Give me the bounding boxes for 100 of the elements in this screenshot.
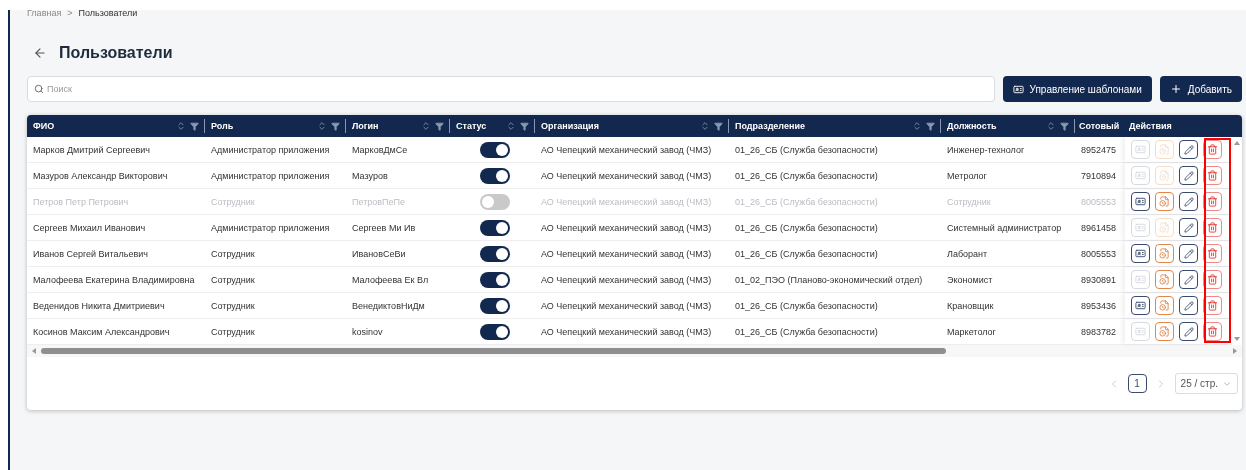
table-row[interactable]: Сергеев Михаил Иванович Администратор приложения Сергеев Ми Ив АО Чепецкий механический завод (ЧМЗ) 01_26_СБ (Служба безопасности) Системный администратор 8961458 xyxy=(27,215,1232,241)
sort-icon[interactable] xyxy=(700,121,710,131)
filter-icon[interactable] xyxy=(520,121,529,131)
table-row[interactable]: Малофеева Екатерина Владимировна Сотрудник Малофеева Ек Вл АО Чепецкий механический завод (ЧМЗ) 01_02_ПЭО (Планово-экономический отдел) Экономист 8930891 xyxy=(27,267,1232,293)
column-header[interactable]: Логин xyxy=(352,121,417,131)
horizontal-scrollbar[interactable] xyxy=(27,345,1242,357)
table-cell-text: 8930891 xyxy=(1080,273,1118,287)
document-clock-icon xyxy=(1159,196,1170,207)
filter-icon[interactable] xyxy=(1060,121,1069,131)
table-cell-text: Администратор приложения xyxy=(210,143,331,157)
table-cell-text: МарковДмСе xyxy=(351,143,409,157)
id-card-icon xyxy=(1135,196,1146,207)
id-card-button[interactable] xyxy=(1131,192,1150,211)
id-card-button[interactable] xyxy=(1131,296,1150,315)
document-clock-icon xyxy=(1159,300,1170,311)
filter-icon[interactable] xyxy=(926,121,935,131)
table-cell-text: АО Чепецкий механический завод (ЧМЗ) xyxy=(540,195,713,209)
status-toggle[interactable] xyxy=(480,297,510,314)
column-header[interactable]: Сотовый xyxy=(1079,121,1123,131)
table-cell-text: Косинов Максим Александрович xyxy=(32,325,171,339)
table-cell-text: АО Чепецкий механический завод (ЧМЗ) xyxy=(540,247,713,261)
table-cell-text: Администратор приложения xyxy=(210,221,331,235)
page-button[interactable]: 1 xyxy=(1127,374,1147,393)
status-toggle[interactable] xyxy=(480,219,510,236)
table-cell-text: 8953436 xyxy=(1080,299,1118,313)
edit-button[interactable] xyxy=(1179,166,1198,185)
table-cell-text: Малофеева Ек Вл xyxy=(351,273,430,287)
table-cell-text: АО Чепецкий механический завод (ЧМЗ) xyxy=(540,169,713,183)
pencil-icon xyxy=(1183,326,1194,337)
pencil-icon xyxy=(1183,196,1194,207)
trash-icon xyxy=(1207,170,1218,181)
table-cell-text: 01_26_СБ (Служба безопасности) xyxy=(734,299,879,313)
edit-button[interactable] xyxy=(1179,140,1198,159)
search-field[interactable]: Поиск xyxy=(27,76,995,102)
edit-button[interactable] xyxy=(1179,270,1198,289)
status-toggle[interactable] xyxy=(480,167,510,184)
sort-icon[interactable] xyxy=(421,121,431,131)
scroll-up-icon[interactable] xyxy=(1234,140,1240,146)
column-header[interactable]: Организация xyxy=(541,121,696,131)
column-header[interactable]: Роль xyxy=(211,121,313,131)
edit-button[interactable] xyxy=(1179,218,1198,237)
edit-button[interactable] xyxy=(1179,244,1198,263)
pencil-icon xyxy=(1183,300,1194,311)
sort-icon[interactable] xyxy=(912,121,922,131)
column-header[interactable]: ФИО xyxy=(33,121,172,131)
back-icon[interactable] xyxy=(33,46,47,60)
status-toggle[interactable] xyxy=(480,193,510,210)
table-cell-text: Сотрудник xyxy=(210,325,256,339)
table-row[interactable]: Мазуров Александр Викторович Администратор приложения Мазуров АО Чепецкий механический завод (ЧМЗ) 01_26_СБ (Служба безопасности) Метролог 7910894 xyxy=(27,163,1232,189)
filter-icon[interactable] xyxy=(435,121,444,131)
table-cell-text: 8961458 xyxy=(1080,221,1118,235)
table-cell-text: Экономист xyxy=(946,273,994,287)
breadcrumb-link[interactable]: Пользователи xyxy=(78,10,138,19)
scroll-down-icon[interactable] xyxy=(1234,336,1240,342)
table-cell-text: Мазуров xyxy=(351,169,389,183)
filter-icon[interactable] xyxy=(331,121,340,131)
edit-button[interactable] xyxy=(1179,296,1198,315)
pencil-icon xyxy=(1183,144,1194,155)
column-header[interactable]: Подразделение xyxy=(735,121,908,131)
templates-button[interactable]: Управление шаблонами xyxy=(1002,76,1152,102)
edit-button[interactable] xyxy=(1179,322,1198,341)
sort-icon[interactable] xyxy=(506,121,516,131)
scroll-right-icon[interactable] xyxy=(1232,348,1238,354)
document-button[interactable] xyxy=(1155,270,1174,289)
table-cell-text: АО Чепецкий механический завод (ЧМЗ) xyxy=(540,221,713,235)
add-button[interactable]: Добавить xyxy=(1159,76,1242,102)
table-cell-text: Сотрудник xyxy=(210,195,256,209)
sort-icon[interactable] xyxy=(176,121,186,131)
id-card-icon xyxy=(1135,274,1146,285)
document-button[interactable] xyxy=(1155,296,1174,315)
document-clock-icon xyxy=(1159,274,1170,285)
status-toggle[interactable] xyxy=(480,141,510,158)
document-button[interactable] xyxy=(1155,322,1174,341)
document-button[interactable] xyxy=(1155,244,1174,263)
table-cell-text: АО Чепецкий механический завод (ЧМЗ) xyxy=(540,273,713,287)
table-cell-text: Инженер-технолог xyxy=(946,143,1026,157)
edit-button[interactable] xyxy=(1179,192,1198,211)
filter-icon[interactable] xyxy=(714,121,723,131)
sort-icon[interactable] xyxy=(1046,121,1056,131)
column-header[interactable]: Должность xyxy=(947,121,1042,131)
page-title: Пользователи xyxy=(59,44,173,62)
status-toggle[interactable] xyxy=(480,271,510,288)
table-row[interactable]: Марков Дмитрий Сергеевич Администратор приложения МарковДмСе АО Чепецкий механический завод (ЧМЗ) 01_26_СБ (Служба безопасности) Инженер-технолог 8952475 xyxy=(27,137,1232,163)
status-toggle[interactable] xyxy=(480,245,510,262)
table-cell-text: АО Чепецкий механический завод (ЧМЗ) xyxy=(540,325,713,339)
id-card-icon xyxy=(1135,300,1146,311)
status-toggle[interactable] xyxy=(480,323,510,340)
scroll-left-icon[interactable] xyxy=(31,348,37,354)
table-cell-text: 01_02_ПЭО (Планово-экономический отдел) xyxy=(734,273,924,287)
table-cell-text: Маркетолог xyxy=(946,325,997,339)
column-header[interactable]: Статус xyxy=(456,121,502,131)
page-size-select[interactable]: 25 / стр. xyxy=(1174,373,1238,394)
table-row[interactable]: Веденидов Никита Дмитриевич Сотрудник ВенедиктовНиДм АО Чепецкий механический завод (ЧМЗ) 01_26_СБ (Служба безопасности) Крановщик 8953436 xyxy=(27,293,1232,319)
breadcrumb-link[interactable]: Главная xyxy=(27,10,62,19)
document-button[interactable] xyxy=(1155,192,1174,211)
sort-icon[interactable] xyxy=(317,121,327,131)
filter-icon[interactable] xyxy=(190,121,199,131)
column-header[interactable]: Действия xyxy=(1129,121,1230,131)
table-row[interactable]: Иванов Сергей Витальевич Сотрудник ИвановСеВи АО Чепецкий механический завод (ЧМЗ) 01_26_СБ (Служба безопасности) Лаборант 8005553 xyxy=(27,241,1232,267)
id-card-button[interactable] xyxy=(1131,244,1150,263)
